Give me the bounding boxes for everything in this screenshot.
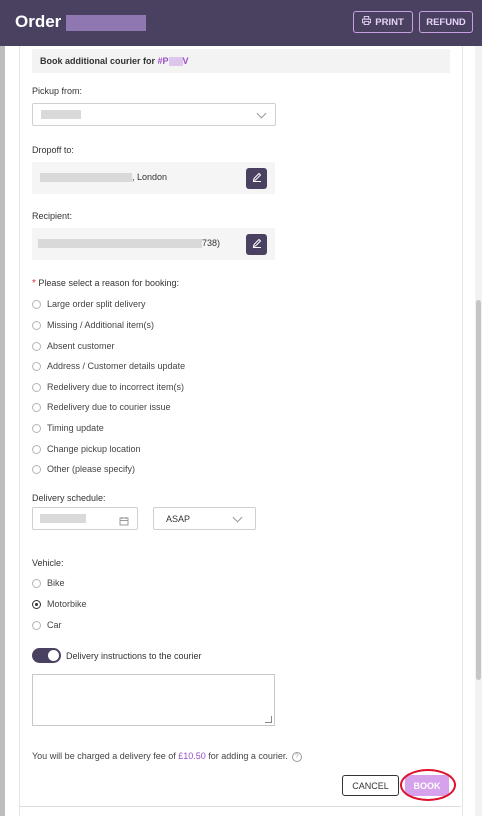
edit-dropoff-button[interactable] [246,168,267,189]
pickup-select[interactable] [32,103,276,126]
vehicle-label: Vehicle: [32,558,64,568]
reason-option[interactable]: Absent customer [32,339,115,353]
background-overlay [0,46,5,816]
vehicle-option-label: Motorbike [47,599,87,609]
print-button[interactable]: PRINT [353,11,413,33]
reason-option-label: Address / Customer details update [47,361,186,371]
reason-option-label: Missing / Additional item(s) [47,320,155,330]
fee-suffix: for adding a courier. [205,751,288,761]
radio-icon [32,578,41,588]
reason-option-label: Timing update [47,423,104,433]
radio-icon [32,444,41,454]
reason-label: * Please select a reason for booking: [32,278,179,289]
reason-option[interactable]: Timing update [32,421,104,435]
reason-option-label: Redelivery due to incorrect item(s) [47,382,185,392]
dropoff-address-city: , London [132,172,168,182]
recipient-phone-end: 738) [202,238,221,248]
instructions-toggle-label: Delivery instructions to the courier [66,651,202,661]
radio-icon [32,402,41,412]
instructions-textarea[interactable] [32,674,275,726]
time-select[interactable]: ASAP [153,507,256,530]
reason-option-label: Large order split delivery [47,299,146,309]
cancel-label: CANCEL [352,780,389,791]
time-select-value: ASAP [166,514,191,524]
recipient-label: Recipient: [32,211,73,221]
chevron-down-icon [256,108,267,119]
required-asterisk: * [32,278,36,289]
help-icon[interactable]: ? [291,751,302,762]
print-label: PRINT [375,16,404,28]
schedule-label: Delivery schedule: [32,493,106,503]
radio-icon [32,341,41,351]
fee-amount: £10.50 [178,751,206,761]
refund-button[interactable]: REFUND [419,11,473,33]
dropoff-label: Dropoff to: [32,145,74,155]
reason-option[interactable]: Large order split delivery [32,297,146,311]
reason-option[interactable]: Missing / Additional item(s) [32,318,154,332]
radio-icon [32,361,41,371]
order-ref-start: #P [157,56,169,66]
order-ref-redacted [168,57,183,67]
reason-label-text: Please select a reason for booking: [38,278,180,288]
vehicle-option-label: Bike [47,578,65,588]
instructions-toggle[interactable] [32,648,61,663]
reason-option-label: Other (please specify) [47,464,136,474]
date-picker[interactable] [32,507,138,530]
vehicle-option-motorbike[interactable]: Motorbike [32,597,87,611]
reason-option-label: Absent customer [47,341,115,351]
calendar-icon [119,513,129,531]
heading-text: Book additional courier for [40,56,158,66]
date-value-redacted [40,514,86,523]
reason-option[interactable]: Address / Customer details update [32,359,185,373]
highlight-circle [400,769,456,801]
pencil-icon [252,238,262,251]
radio-icon [32,464,41,474]
radio-icon [32,423,41,433]
dropoff-address-redacted [40,173,132,183]
dropoff-address: , London [32,162,275,194]
cancel-button[interactable]: CANCEL [342,775,399,796]
radio-icon [32,620,41,630]
vehicle-option-bike[interactable]: Bike [32,576,65,590]
order-number-redacted [66,15,146,31]
order-header: Order PRINT REFUND [0,0,482,46]
recipient-redacted [38,239,202,249]
book-courier-heading: Book additional courier for #P V [32,49,450,73]
reason-option[interactable]: Other (please specify) [32,462,135,476]
radio-icon [32,382,41,392]
edit-recipient-button[interactable] [246,234,267,255]
vehicle-option-car[interactable]: Car [32,618,62,632]
reason-option-label: Redelivery due to courier issue [47,402,171,412]
pencil-icon [252,172,262,185]
fee-notice: You will be charged a delivery fee of £1… [32,751,302,762]
vehicle-option-label: Car [47,620,62,630]
radio-icon [32,299,41,309]
pickup-value-redacted [41,110,81,119]
fee-prefix: You will be charged a delivery fee of [32,751,179,761]
order-ref-end: V [182,56,189,66]
printer-icon [362,16,372,28]
pickup-label: Pickup from: [32,86,83,96]
reason-option-label: Change pickup location [47,444,141,454]
refund-label: REFUND [426,16,466,28]
reason-option[interactable]: Redelivery due to incorrect item(s) [32,380,184,394]
order-title: Order [15,12,62,31]
radio-checked-icon [32,599,41,609]
reason-option[interactable]: Change pickup location [32,442,141,456]
scrollbar-thumb[interactable] [476,300,481,680]
resize-handle-icon[interactable] [265,716,272,723]
divider [19,806,461,807]
radio-icon [32,320,41,330]
reason-option[interactable]: Redelivery due to courier issue [32,400,171,414]
toggle-knob [48,650,59,661]
chevron-down-icon [232,512,243,523]
recipient-details: 738) [32,228,275,260]
